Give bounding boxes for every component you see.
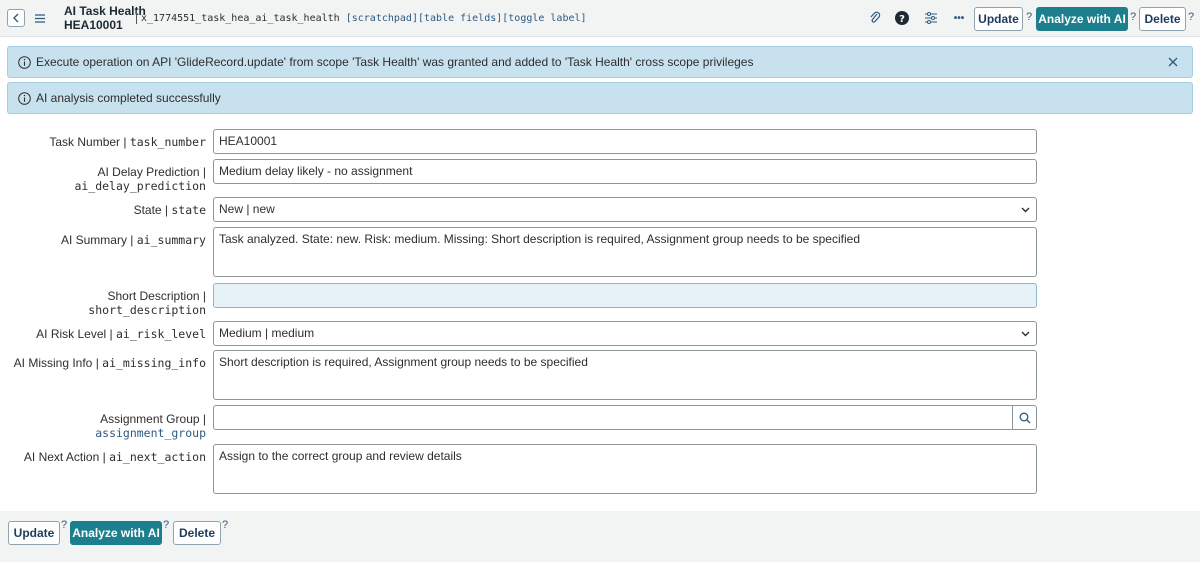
- label-task-number: Task Number | task_number: [49, 135, 206, 149]
- label-text: AI Risk Level |: [36, 327, 116, 341]
- footer-analyze-with-ai-button[interactable]: Analyze with AI: [70, 521, 162, 545]
- chevron-down-icon: [1021, 207, 1030, 213]
- banner-message: AI analysis completed successfully: [36, 91, 221, 105]
- label-field-name: ai_risk_level: [115, 327, 206, 341]
- form-title-record-number: HEA10001: [64, 18, 123, 32]
- update-button[interactable]: Update: [974, 7, 1023, 31]
- label-ai-missing-info: AI Missing Info | ai_missing_info: [14, 356, 206, 370]
- label-short-description: Short Description | short_description: [88, 289, 206, 317]
- analyze-help[interactable]: ?: [1130, 11, 1136, 23]
- label-field-name: task_number: [129, 135, 206, 149]
- context-menu-button[interactable]: [31, 9, 49, 27]
- ai-next-action-textarea[interactable]: Assign to the correct group and review d…: [213, 444, 1037, 494]
- label-ai-summary: AI Summary | ai_summary: [61, 233, 206, 247]
- label-field-name: ai_next_action: [109, 450, 206, 464]
- table-name-label: x_1774551_task_hea_ai_task_health [scrat…: [141, 13, 587, 24]
- attachment-button[interactable]: [866, 9, 884, 27]
- assignment-group-input[interactable]: [213, 405, 1037, 430]
- label-text: State |: [133, 203, 172, 217]
- delete-help[interactable]: ?: [1188, 11, 1194, 23]
- label-field-name: ai_missing_info: [102, 356, 206, 370]
- footer-delete-button[interactable]: Delete: [173, 521, 221, 545]
- back-button[interactable]: [7, 9, 25, 27]
- assignment-group-lookup-button[interactable]: [1012, 406, 1036, 429]
- label-field-name-link[interactable]: assignment_group: [95, 426, 206, 440]
- update-help[interactable]: ?: [1026, 11, 1032, 23]
- footer-update-help[interactable]: ?: [61, 519, 67, 531]
- form-header: AI Task Health HEA10001 x_1774551_task_h…: [0, 0, 1200, 37]
- ai-risk-level-select[interactable]: Medium | medium: [213, 321, 1037, 346]
- help-button[interactable]: ?: [893, 9, 911, 27]
- form-title-table-label: AI Task Health: [64, 4, 146, 18]
- label-text: AI Next Action |: [23, 450, 110, 464]
- banner-message: Execute operation on API 'GlideRecord.up…: [36, 55, 754, 69]
- label-text: AI Missing Info |: [13, 356, 103, 370]
- label-field-name: short_description: [88, 303, 206, 317]
- question-circle-icon: ?: [895, 11, 909, 25]
- analyze-with-ai-button[interactable]: Analyze with AI: [1036, 7, 1128, 31]
- label-assignment-group: Assignment Group | assignment_group: [95, 412, 206, 440]
- svg-text:?: ?: [899, 14, 905, 25]
- info-icon: [18, 55, 31, 69]
- label-ai-next-action: AI Next Action | ai_next_action: [24, 450, 206, 464]
- label-field-name: ai_summary: [136, 233, 206, 247]
- sliders-icon: [925, 12, 937, 24]
- ai-summary-textarea[interactable]: Task analyzed. State: new. Risk: medium.…: [213, 227, 1037, 277]
- label-ai-risk-level: AI Risk Level | ai_risk_level: [36, 327, 206, 341]
- label-text: Assignment Group |: [100, 412, 206, 426]
- table-name-tags[interactable]: [scratchpad][table fields][toggle label]: [346, 13, 587, 24]
- info-banner-ai-success: AI analysis completed successfully: [7, 82, 1193, 114]
- form-title: AI Task Health HEA10001: [64, 4, 146, 33]
- delete-button[interactable]: Delete: [1139, 7, 1186, 31]
- table-name-text: x_1774551_task_hea_ai_task_health: [141, 13, 340, 24]
- label-field-name: state: [171, 203, 206, 217]
- task-number-input[interactable]: HEA10001: [213, 129, 1037, 154]
- footer-update-button[interactable]: Update: [8, 521, 60, 545]
- label-state: State | state: [134, 203, 206, 217]
- label-ai-delay-prediction: AI Delay Prediction | ai_delay_predictio…: [74, 165, 206, 193]
- footer-delete-help[interactable]: ?: [222, 519, 228, 531]
- hamburger-icon: [35, 13, 45, 23]
- label-text: Task Number |: [49, 135, 130, 149]
- label-text: Short Description |: [107, 289, 207, 303]
- ai-delay-prediction-input[interactable]: Medium delay likely - no assignment: [213, 159, 1037, 184]
- label-field-name: ai_delay_prediction: [74, 179, 206, 193]
- info-icon: [18, 91, 31, 105]
- short-description-input[interactable]: [213, 283, 1037, 308]
- more-options-button[interactable]: •••: [950, 9, 968, 27]
- paperclip-icon: [870, 11, 881, 23]
- chevron-left-icon: [13, 13, 19, 23]
- state-select[interactable]: New | new: [213, 197, 1037, 222]
- label-text: AI Delay Prediction |: [97, 165, 207, 179]
- close-icon[interactable]: [1166, 55, 1180, 69]
- state-select-value: New | new: [219, 202, 275, 216]
- info-banner-cross-scope: Execute operation on API 'GlideRecord.up…: [7, 46, 1193, 78]
- label-text: AI Summary |: [60, 233, 137, 247]
- search-icon: [1019, 412, 1030, 423]
- ai-missing-info-textarea[interactable]: Short description is required, Assignmen…: [213, 350, 1037, 400]
- chevron-down-icon: [1021, 331, 1030, 337]
- ai-risk-level-select-value: Medium | medium: [219, 326, 315, 340]
- footer-analyze-help[interactable]: ?: [163, 519, 169, 531]
- personalize-form-button[interactable]: [922, 9, 940, 27]
- title-divider: [136, 10, 137, 24]
